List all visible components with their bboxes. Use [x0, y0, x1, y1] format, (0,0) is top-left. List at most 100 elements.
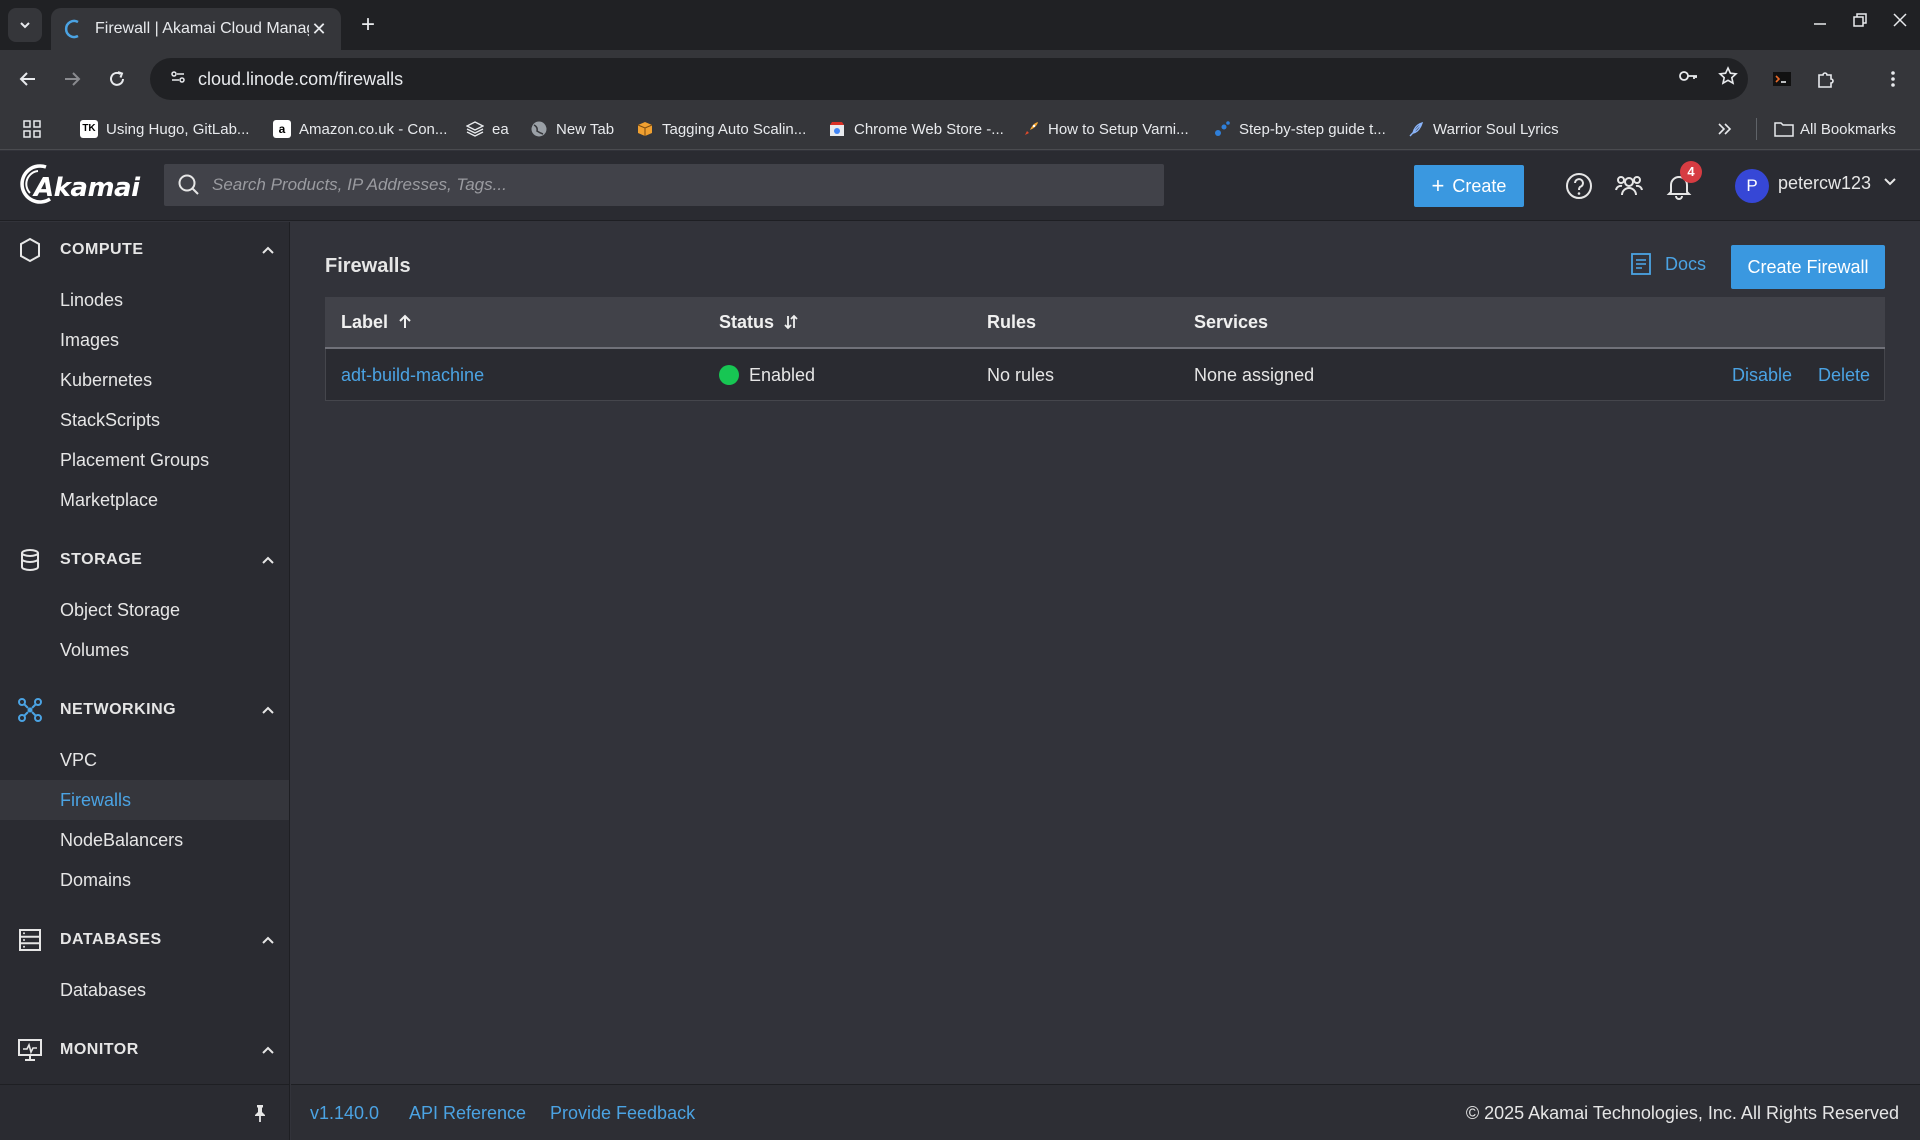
sidebar-section-networking[interactable]: NETWORKING — [0, 690, 289, 730]
address-bar[interactable]: cloud.linode.com/firewalls — [150, 58, 1748, 100]
minimize-icon[interactable] — [1800, 8, 1840, 36]
column-header-label[interactable]: Label — [341, 312, 414, 333]
section-title: COMPUTE — [60, 241, 144, 258]
sidebar-item-vpc[interactable]: VPC — [0, 740, 289, 780]
sidebar-section-databases[interactable]: DATABASES — [0, 920, 289, 960]
delete-button[interactable]: Delete — [1818, 349, 1870, 401]
sidebar-item-domains[interactable]: Domains — [0, 860, 289, 900]
status-enabled-dot-icon — [719, 365, 739, 385]
arrow-up-icon — [399, 314, 411, 328]
version-link[interactable]: v1.140.0 — [310, 1103, 379, 1124]
avatar[interactable]: P — [1735, 169, 1769, 203]
bookmark-item[interactable]: TK Using Hugo, GitLab... — [80, 108, 249, 150]
services-cell: None assigned — [1194, 364, 1315, 385]
search-icon — [178, 174, 199, 195]
sidebar-item-linodes[interactable]: Linodes — [0, 280, 289, 320]
docs-label: Docs — [1665, 253, 1707, 274]
back-button[interactable] — [12, 63, 44, 95]
bookmark-item[interactable]: a Amazon.co.uk - Con... — [273, 108, 447, 150]
bookmark-label: ea — [492, 120, 509, 138]
bookmark-item[interactable]: Step-by-step guide t... — [1213, 108, 1386, 150]
bookmark-label: Tagging Auto Scalin... — [662, 120, 807, 138]
more-bookmarks-icon[interactable] — [1716, 108, 1732, 150]
terminal-extension-icon[interactable] — [1766, 63, 1798, 95]
sidebar-item-marketplace[interactable]: Marketplace — [0, 480, 289, 520]
bookmark-item[interactable]: Chrome Web Store -... — [828, 108, 1004, 150]
sidebar-item-firewalls[interactable]: Firewalls — [0, 780, 289, 820]
tab-title: Firewall | Akamai Cloud Manag — [95, 20, 309, 37]
username[interactable]: petercw123 — [1778, 173, 1871, 194]
column-label: Status — [719, 311, 775, 332]
sidebar-item-placement-groups[interactable]: Placement Groups — [0, 440, 289, 480]
bookmark-item[interactable]: ea — [465, 108, 509, 150]
reload-icon — [110, 71, 124, 86]
apps-grid-icon[interactable] — [22, 108, 42, 150]
close-window-icon[interactable] — [1880, 8, 1920, 36]
sidebar-section-compute[interactable]: COMPUTE — [0, 230, 289, 270]
bookmark-item[interactable]: How to Setup Varni... — [1022, 108, 1189, 150]
docs-link[interactable]: Docs — [1629, 252, 1706, 276]
bookmark-item[interactable]: Tagging Auto Scalin... — [636, 108, 806, 150]
akamai-logo[interactable]: Akamai — [18, 163, 140, 204]
sidebar-item-volumes[interactable]: Volumes — [0, 630, 289, 670]
bookmark-star-icon[interactable] — [1708, 66, 1748, 92]
disable-button[interactable]: Disable — [1732, 349, 1792, 401]
create-button[interactable]: + Create — [1414, 165, 1524, 207]
restore-icon[interactable] — [1840, 8, 1880, 36]
column-header-status[interactable]: Status — [719, 312, 800, 333]
sidebar-section-monitor[interactable]: MONITOR — [0, 1030, 289, 1070]
table-header: Label Status Rules Services — [325, 297, 1885, 349]
bookmark-item[interactable]: New Tab — [530, 108, 614, 150]
url-text[interactable]: cloud.linode.com/firewalls — [198, 69, 1668, 90]
sidebar-item-images[interactable]: Images — [0, 320, 289, 360]
reload-button[interactable] — [101, 63, 133, 95]
extensions-puzzle-icon[interactable] — [1810, 63, 1842, 95]
rocket-favicon-icon — [1022, 120, 1040, 138]
section-title: STORAGE — [60, 551, 143, 568]
chevron-up-icon — [262, 706, 274, 714]
bookmarks-bar: TK Using Hugo, GitLab... a Amazon.co.uk … — [0, 108, 1920, 150]
logo-text: Akamai — [34, 173, 140, 203]
sidebar-item-nodebalancers[interactable]: NodeBalancers — [0, 820, 289, 860]
firewalls-table: Label Status Rules Services adt-build-ma… — [325, 297, 1885, 401]
password-key-icon[interactable] — [1668, 65, 1708, 93]
all-bookmarks-folder[interactable]: All Bookmarks — [1774, 108, 1896, 150]
site-info-icon[interactable] — [158, 68, 198, 91]
sidebar-item-object-storage[interactable]: Object Storage — [0, 590, 289, 630]
pin-icon[interactable] — [250, 1103, 270, 1123]
create-firewall-button[interactable]: Create Firewall — [1731, 245, 1885, 289]
table-row: adt-build-machine Enabled No rules None … — [325, 349, 1885, 401]
browser-tab[interactable]: Firewall | Akamai Cloud Manag ✕ — [51, 8, 341, 50]
bookmark-item[interactable]: Warrior Soul Lyrics — [1407, 108, 1559, 150]
section-title: NETWORKING — [60, 701, 177, 718]
sidebar-item-databases[interactable]: Databases — [0, 970, 289, 1010]
browser-menu-icon[interactable] — [1877, 63, 1909, 95]
firewall-label-link[interactable]: adt-build-machine — [341, 349, 484, 401]
bookmarks-divider — [1756, 118, 1757, 140]
close-tab-icon[interactable]: ✕ — [309, 19, 329, 40]
tk-favicon-icon: TK — [80, 120, 98, 138]
arrow-left-icon — [19, 72, 35, 86]
search-input[interactable] — [212, 175, 1164, 195]
sidebar-item-kubernetes[interactable]: Kubernetes — [0, 360, 289, 400]
sidebar: COMPUTE Linodes Images Kubernetes StackS… — [0, 222, 290, 1084]
global-search[interactable] — [164, 164, 1164, 206]
monitor-icon — [18, 1039, 42, 1061]
feather-favicon-icon — [1407, 120, 1425, 138]
help-icon[interactable] — [1564, 171, 1594, 201]
tab-search-button[interactable] — [8, 8, 42, 42]
column-header-services: Services — [1194, 311, 1269, 332]
sidebar-section-storage[interactable]: STORAGE — [0, 540, 289, 580]
forward-button[interactable] — [56, 63, 88, 95]
chevron-up-icon — [262, 556, 274, 564]
dots-favicon-icon — [1213, 120, 1231, 138]
chevron-down-icon[interactable] — [1882, 173, 1898, 194]
new-tab-button[interactable]: + — [353, 10, 383, 40]
bookmark-label: Warrior Soul Lyrics — [1433, 120, 1559, 138]
sidebar-item-stackscripts[interactable]: StackScripts — [0, 400, 289, 440]
provide-feedback-link[interactable]: Provide Feedback — [550, 1103, 695, 1124]
community-users-icon[interactable] — [1614, 171, 1644, 201]
api-reference-link[interactable]: API Reference — [409, 1103, 526, 1124]
footer-bar: v1.140.0 API Reference Provide Feedback … — [291, 1084, 1920, 1140]
all-bookmarks-label: All Bookmarks — [1800, 120, 1896, 138]
